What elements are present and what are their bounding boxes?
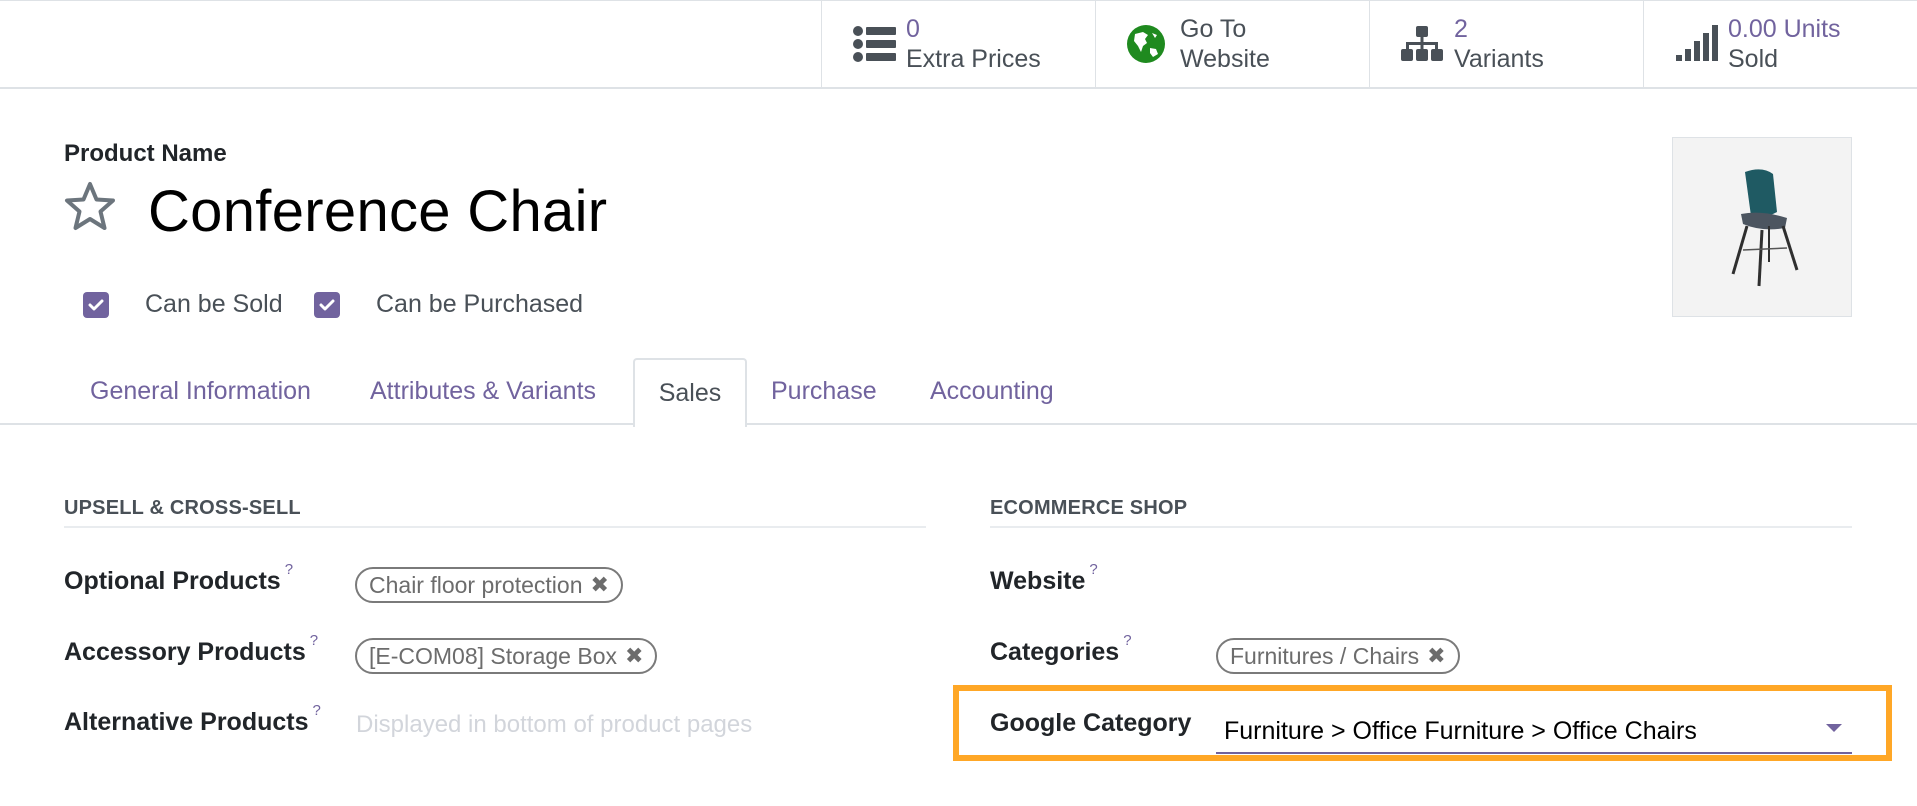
- alternative-products-text: Alternative Products: [64, 708, 309, 736]
- category-tag: Furnitures / Chairs ✖: [1216, 638, 1460, 674]
- product-name-label: Product Name: [64, 140, 227, 167]
- accessory-products-text: Accessory Products: [64, 638, 306, 666]
- alternative-products-input[interactable]: Displayed in bottom of product pages: [356, 711, 752, 739]
- favorite-star-icon[interactable]: [63, 180, 117, 234]
- can-be-purchased-row: Can be Purchased: [314, 290, 583, 319]
- website-label: Website: [1180, 45, 1270, 73]
- accessory-products-label: Accessory Products?: [64, 632, 318, 667]
- help-icon[interactable]: ?: [310, 632, 318, 649]
- notebook-tabs: General Information Attributes & Variant…: [0, 358, 1917, 427]
- alternative-products-label: Alternative Products?: [64, 702, 321, 737]
- tab-purchase[interactable]: Purchase: [771, 358, 877, 425]
- product-image[interactable]: [1672, 137, 1852, 317]
- upsell-divider: [64, 526, 926, 528]
- go-to-website-button[interactable]: Go To Website: [1095, 1, 1369, 87]
- variants-button[interactable]: 2 Variants: [1369, 1, 1643, 87]
- ecommerce-section-title: ECOMMERCE SHOP: [990, 497, 1188, 519]
- extra-prices-label: Extra Prices: [906, 45, 1041, 73]
- google-category-select[interactable]: Furniture > Office Furniture > Office Ch…: [1216, 710, 1852, 754]
- website-text: Website: [990, 567, 1086, 595]
- tag-label: Chair floor protection: [369, 571, 583, 598]
- help-icon[interactable]: ?: [1123, 632, 1131, 649]
- dropdown-caret-icon[interactable]: [1826, 724, 1842, 732]
- can-be-purchased-checkbox[interactable]: [314, 291, 340, 318]
- optional-product-tag: Chair floor protection ✖: [355, 567, 623, 603]
- chair-icon: [1731, 169, 1799, 287]
- globe-icon: [1126, 21, 1172, 67]
- smart-button-bar: 0 Extra Prices Go To Website 2 Variants …: [0, 0, 1917, 89]
- go-to-label: Go To: [1180, 15, 1247, 43]
- tag-label: Furnitures / Chairs: [1230, 642, 1420, 669]
- optional-products-label: Optional Products?: [64, 561, 293, 596]
- variants-count: 2: [1454, 15, 1468, 43]
- can-be-purchased-label: Can be Purchased: [376, 290, 584, 318]
- remove-tag-icon[interactable]: ✖: [625, 643, 643, 669]
- signal-bars-icon: [1674, 21, 1720, 67]
- categories-label: Categories?: [990, 632, 1132, 667]
- upsell-section-title: UPSELL & CROSS-SELL: [64, 497, 301, 519]
- tab-general-information[interactable]: General Information: [90, 358, 311, 425]
- categories-text: Categories: [990, 638, 1120, 666]
- remove-tag-icon[interactable]: ✖: [1427, 643, 1445, 669]
- google-category-value: Furniture > Office Furniture > Office Ch…: [1224, 716, 1697, 745]
- help-icon[interactable]: ?: [313, 702, 321, 719]
- tab-attributes-variants[interactable]: Attributes & Variants: [370, 358, 596, 425]
- help-icon[interactable]: ?: [285, 561, 293, 578]
- tag-label: [E-COM08] Storage Box: [369, 642, 617, 669]
- help-icon[interactable]: ?: [1089, 561, 1097, 578]
- list-icon: [852, 21, 898, 67]
- variants-label: Variants: [1454, 45, 1544, 73]
- can-be-sold-checkbox[interactable]: [83, 291, 109, 318]
- product-name-field[interactable]: Conference Chair: [148, 178, 607, 245]
- can-be-sold-label: Can be Sold: [145, 290, 283, 318]
- accessory-product-tag: [E-COM08] Storage Box ✖: [355, 638, 658, 674]
- google-category-label: Google Category: [990, 709, 1192, 737]
- tab-sales[interactable]: Sales: [633, 358, 747, 427]
- website-field-label: Website?: [990, 561, 1098, 596]
- sold-label: Sold: [1728, 45, 1779, 73]
- units-sold-button[interactable]: 0.00 Units Sold: [1643, 1, 1917, 87]
- optional-products-text: Optional Products: [64, 567, 281, 595]
- sitemap-icon: [1400, 21, 1446, 67]
- remove-tag-icon[interactable]: ✖: [591, 572, 609, 598]
- tab-accounting[interactable]: Accounting: [930, 358, 1054, 425]
- ecommerce-divider: [990, 526, 1852, 528]
- can-be-sold-row: Can be Sold: [83, 290, 283, 319]
- extra-prices-button[interactable]: 0 Extra Prices: [821, 1, 1095, 87]
- extra-prices-count: 0: [906, 15, 920, 43]
- units-sold-value: 0.00 Units: [1728, 15, 1841, 43]
